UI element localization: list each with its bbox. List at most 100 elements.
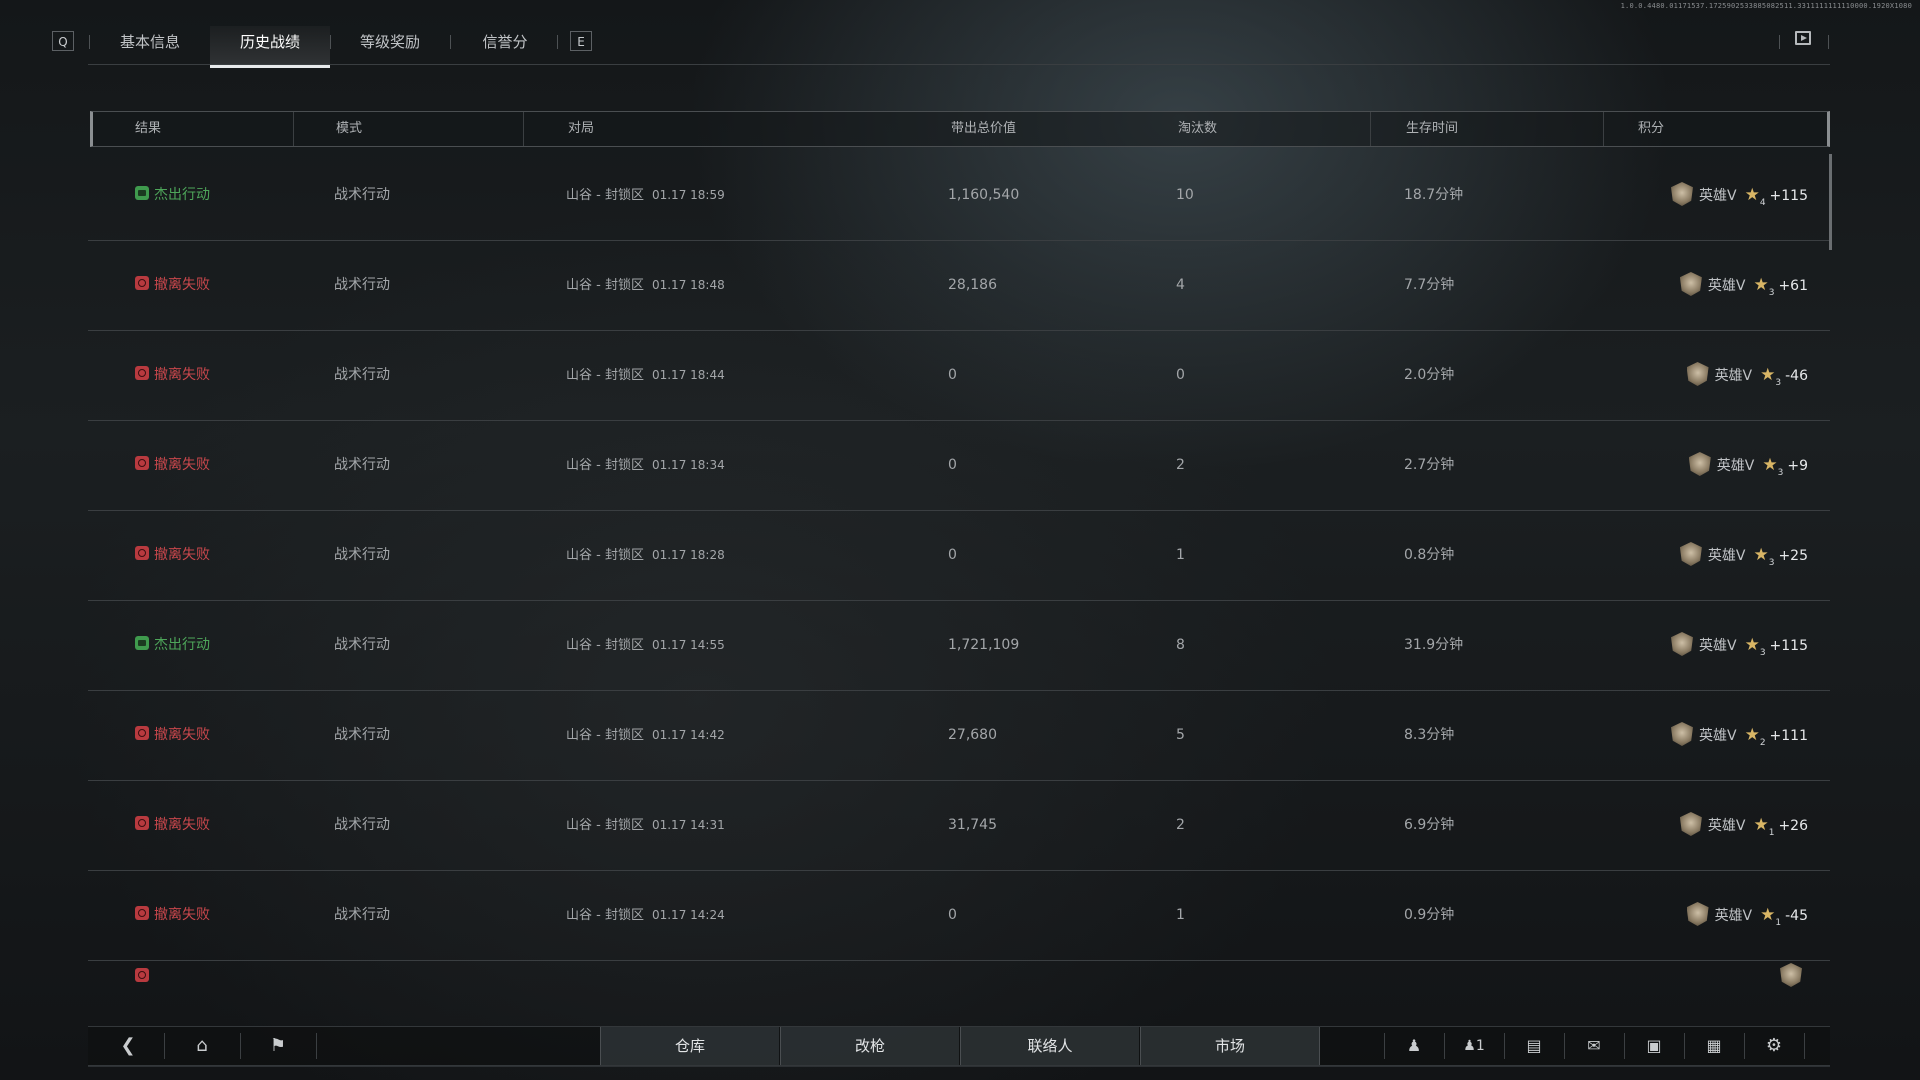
fail-icon bbox=[135, 456, 149, 470]
survival-cell: 7.7分钟 bbox=[1404, 277, 1455, 293]
table-row[interactable]: 撤离失败 战术行动 山谷 - 封锁区 01.17 18:28 0 1 0.8分钟 … bbox=[88, 510, 1830, 601]
tab-match-history[interactable]: 历史战绩 bbox=[210, 26, 330, 68]
rank-badge-icon bbox=[1679, 812, 1702, 836]
result-cell: 杰出行动 bbox=[135, 150, 210, 240]
survival-cell: 0.8分钟 bbox=[1404, 547, 1455, 563]
table-row[interactable]: 撤离失败 战术行动 山谷 - 封锁区 01.17 14:31 31,745 2 6… bbox=[88, 780, 1830, 871]
nav-divider bbox=[1504, 1033, 1505, 1059]
notes-icon[interactable]: ▦ bbox=[1690, 1027, 1738, 1065]
rank-badge-icon bbox=[1670, 722, 1693, 746]
tab-basic-info[interactable]: 基本信息 bbox=[105, 26, 195, 68]
star-count: 3 bbox=[1775, 378, 1782, 388]
star-icon: ★ bbox=[1744, 635, 1760, 655]
map-name: 山谷 - 封锁区 bbox=[566, 278, 644, 293]
result-cell: 撤离失败 bbox=[135, 690, 210, 780]
tab-divider bbox=[1828, 35, 1829, 49]
table-row[interactable]: 杰出行动 战术行动 山谷 - 封锁区 01.17 18:59 1,160,540 … bbox=[88, 150, 1830, 241]
tab-next-key[interactable]: E bbox=[570, 31, 592, 51]
table-header: 结果 模式 对局 带出总价值 淘汰数 生存时间 积分 bbox=[90, 111, 1830, 147]
mode-cell: 战术行动 bbox=[334, 817, 390, 833]
tab-prev-key[interactable]: Q bbox=[52, 31, 74, 51]
back-arrow-icon[interactable]: ❮ bbox=[104, 1027, 152, 1065]
points-delta: +26 bbox=[1778, 818, 1808, 834]
header-divider bbox=[1603, 112, 1604, 146]
result-cell: 撤离失败 bbox=[135, 420, 210, 510]
kills-cell: 0 bbox=[1176, 367, 1185, 383]
nav-divider bbox=[1564, 1033, 1565, 1059]
mail-icon[interactable]: ✉ bbox=[1570, 1027, 1618, 1065]
nav-warehouse[interactable]: 仓库 bbox=[600, 1027, 779, 1065]
table-row[interactable]: 撤离失败 战术行动 山谷 - 封锁区 01.17 14:42 27,680 5 8… bbox=[88, 690, 1830, 781]
nav-divider bbox=[1624, 1033, 1625, 1059]
kills-cell: 8 bbox=[1176, 637, 1185, 653]
table-row[interactable]: 撤离失败 战术行动 山谷 - 封锁区 01.17 18:48 28,186 4 7… bbox=[88, 240, 1830, 331]
match-cell: 山谷 - 封锁区 01.17 18:28 bbox=[566, 510, 725, 600]
match-cell: 山谷 - 封锁区 01.17 14:42 bbox=[566, 690, 725, 780]
header-mode: 模式 bbox=[336, 121, 363, 136]
match-time: 01.17 18:48 bbox=[651, 278, 725, 292]
table-row[interactable]: 撤离失败 战术行动 山谷 - 封锁区 01.17 18:44 0 0 2.0分钟 … bbox=[88, 330, 1830, 421]
fail-icon bbox=[135, 906, 149, 920]
match-cell: 山谷 - 封锁区 01.17 18:48 bbox=[566, 240, 725, 330]
result-label: 撤离失败 bbox=[154, 727, 210, 743]
match-cell: 山谷 - 封锁区 01.17 18:59 bbox=[566, 150, 725, 240]
result-cell: 撤离失败 bbox=[135, 780, 210, 870]
nav-contacts[interactable]: 联络人 bbox=[960, 1027, 1139, 1065]
value-cell: 31,745 bbox=[948, 817, 997, 833]
success-icon bbox=[135, 636, 149, 650]
tab-divider bbox=[557, 35, 558, 49]
table-row[interactable]: 撤离失败 战术行动 山谷 - 封锁区 01.17 18:34 0 2 2.7分钟 … bbox=[88, 420, 1830, 511]
table-row[interactable]: 杰出行动 战术行动 山谷 - 封锁区 01.17 14:55 1,721,109 … bbox=[88, 600, 1830, 691]
gear-icon[interactable]: ⚙ bbox=[1750, 1027, 1798, 1065]
survival-cell: 18.7分钟 bbox=[1404, 187, 1464, 203]
match-history-list[interactable]: 杰出行动 战术行动 山谷 - 封锁区 01.17 18:59 1,160,540 … bbox=[88, 150, 1830, 1002]
tab-level-rewards[interactable]: 等级奖励 bbox=[345, 26, 435, 68]
header-match: 对局 bbox=[568, 121, 595, 136]
match-time: 01.17 18:44 bbox=[651, 368, 725, 382]
value-cell: 0 bbox=[948, 907, 957, 923]
replay-icon[interactable] bbox=[1795, 31, 1811, 45]
survival-cell: 31.9分钟 bbox=[1404, 637, 1464, 653]
tab-divider bbox=[450, 35, 451, 49]
nav-gunsmith[interactable]: 改枪 bbox=[780, 1027, 959, 1065]
table-row-partial[interactable] bbox=[88, 960, 1830, 1002]
table-row[interactable]: 撤离失败 战术行动 山谷 - 封锁区 01.17 14:24 0 1 0.9分钟 … bbox=[88, 870, 1830, 961]
lock-bag-icon[interactable]: ▣ bbox=[1630, 1027, 1678, 1065]
value-cell: 0 bbox=[948, 367, 957, 383]
team-count: 1 bbox=[1475, 1038, 1485, 1054]
survival-cell: 2.0分钟 bbox=[1404, 367, 1455, 383]
tab-credit-score[interactable]: 信誉分 bbox=[465, 26, 545, 68]
rank-label: 英雄V bbox=[1698, 728, 1737, 744]
mode-cell: 战术行动 bbox=[334, 637, 390, 653]
kills-cell: 1 bbox=[1176, 907, 1185, 923]
nav-divider bbox=[1744, 1033, 1745, 1059]
friends-search-icon[interactable]: ♟ bbox=[1390, 1027, 1438, 1065]
flag-icon[interactable]: ⚑ bbox=[254, 1027, 302, 1065]
result-cell: 撤离失败 bbox=[135, 510, 210, 600]
result-cell bbox=[135, 932, 154, 1002]
star-count: 4 bbox=[1759, 198, 1766, 208]
header-divider bbox=[523, 112, 524, 146]
mode-cell: 战术行动 bbox=[334, 907, 390, 923]
mode-cell: 战术行动 bbox=[334, 727, 390, 743]
chat-icon[interactable]: ▤ bbox=[1510, 1027, 1558, 1065]
star-count: 3 bbox=[1777, 468, 1784, 478]
home-icon[interactable]: ⌂ bbox=[178, 1027, 226, 1065]
result-label: 撤离失败 bbox=[154, 367, 210, 383]
star-icon: ★ bbox=[1760, 905, 1776, 925]
points-delta: -46 bbox=[1785, 368, 1808, 384]
nav-divider bbox=[1444, 1033, 1445, 1059]
result-label: 撤离失败 bbox=[154, 277, 210, 293]
result-label: 杰出行动 bbox=[154, 187, 210, 203]
star-icon: ★ bbox=[1760, 365, 1776, 385]
map-name: 山谷 - 封锁区 bbox=[566, 368, 644, 383]
fail-icon bbox=[135, 968, 149, 982]
rank-label: 英雄V bbox=[1716, 458, 1755, 474]
score-cell: 英雄V ★1 +26 bbox=[1648, 780, 1808, 870]
nav-market[interactable]: 市场 bbox=[1140, 1027, 1320, 1065]
points-delta: -45 bbox=[1785, 908, 1808, 924]
nav-divider bbox=[1804, 1033, 1805, 1059]
list-scrollbar[interactable] bbox=[1829, 154, 1832, 250]
team-icon[interactable]: ♟1 bbox=[1450, 1027, 1498, 1065]
score-cell bbox=[1648, 932, 1808, 1002]
